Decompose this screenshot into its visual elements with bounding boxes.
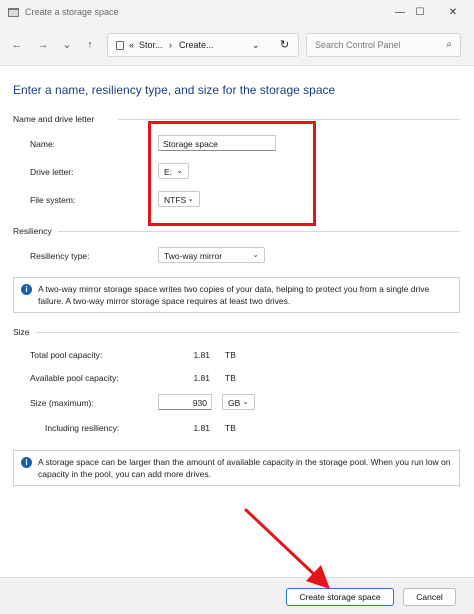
- highlight-arrow-icon: [244, 508, 330, 589]
